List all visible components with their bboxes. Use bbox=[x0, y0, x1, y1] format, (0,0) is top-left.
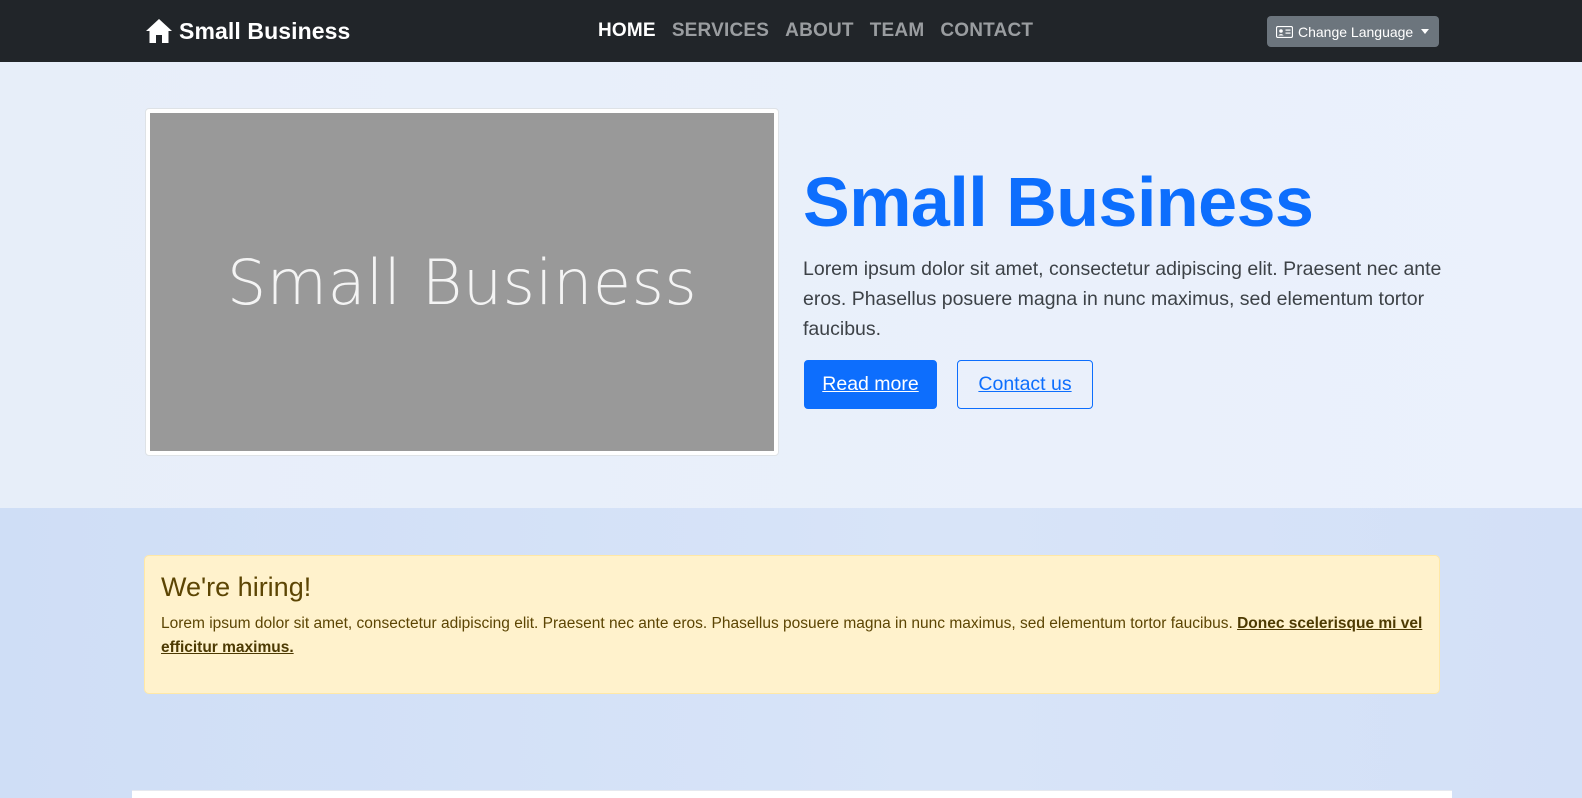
alert-title: We're hiring! bbox=[161, 572, 312, 602]
nav-link-home[interactable]: HOME bbox=[598, 17, 656, 45]
hiring-alert: We're hiring! Lorem ipsum dolor sit amet… bbox=[144, 555, 1440, 694]
next-section-card bbox=[132, 790, 1452, 798]
change-language-label: Change Language bbox=[1298, 23, 1414, 40]
nav-link-about[interactable]: ABOUT bbox=[785, 17, 854, 45]
hiring-section: We're hiring! Lorem ipsum dolor sit amet… bbox=[0, 508, 1582, 798]
alert-text: Lorem ipsum dolor sit amet, consectetur … bbox=[161, 612, 1423, 660]
hero-image: Small Business bbox=[145, 108, 779, 456]
hero-image-placeholder: Small Business bbox=[150, 113, 774, 451]
nav-link-services[interactable]: SERVICES bbox=[672, 17, 769, 45]
caret-down-icon bbox=[1421, 29, 1430, 34]
home-icon bbox=[145, 18, 175, 44]
nav-link-team[interactable]: TEAM bbox=[870, 17, 925, 45]
change-language-button[interactable]: Change Language bbox=[1267, 16, 1439, 47]
brand-text: Small Business bbox=[179, 17, 351, 44]
id-card-icon bbox=[1276, 25, 1293, 38]
contact-us-button[interactable]: Contact us bbox=[957, 360, 1093, 409]
alert-body: Lorem ipsum dolor sit amet, consectetur … bbox=[161, 615, 1238, 632]
navbar-brand[interactable]: Small Business bbox=[145, 15, 350, 47]
hero-title: Small Business bbox=[803, 163, 1314, 241]
hero-image-text: Small Business bbox=[226, 245, 698, 319]
nav-link-contact[interactable]: CONTACT bbox=[940, 17, 1033, 45]
navbar: Small Business HOME SERVICES ABOUT TEAM … bbox=[0, 0, 1582, 62]
hero-section: Small Business Small Business Lorem ipsu… bbox=[0, 62, 1582, 508]
hero-lead: Lorem ipsum dolor sit amet, consectetur … bbox=[803, 258, 1442, 340]
nav-links: HOME SERVICES ABOUT TEAM CONTACT bbox=[598, 17, 1049, 45]
read-more-button[interactable]: Read more bbox=[804, 360, 937, 409]
